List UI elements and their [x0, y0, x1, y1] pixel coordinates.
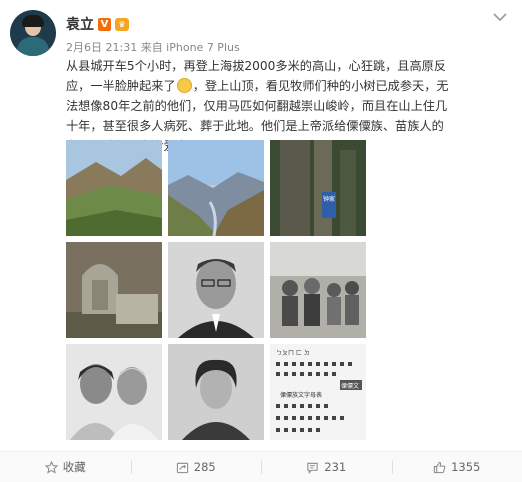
member-level-icon: ♛ [115, 18, 129, 31]
woman-portrait-photo[interactable] [168, 344, 264, 440]
mountain-valley-photo[interactable] [168, 140, 264, 236]
favorite-label: 收藏 [63, 459, 86, 475]
old-tree-sign-photo[interactable]: 钟家 [270, 140, 366, 236]
star-icon [45, 461, 58, 474]
like-count: 1355 [451, 460, 480, 474]
doc-stamp-text: 傈僳文 [341, 381, 359, 390]
repost-button[interactable]: 285 [131, 452, 262, 482]
avatar-body-shape [17, 37, 49, 56]
repost-count: 285 [194, 460, 216, 474]
avatar[interactable] [10, 10, 56, 56]
author-name[interactable]: 袁立 [66, 14, 94, 34]
action-bar: 收藏 285 231 1355 [0, 451, 522, 482]
comment-count: 231 [324, 460, 346, 474]
tree-sign-text: 钟家 [323, 196, 335, 203]
thumbs-up-icon [433, 461, 446, 474]
favorite-button[interactable]: 收藏 [0, 452, 131, 482]
comment-icon [306, 461, 319, 474]
repost-icon [176, 461, 189, 474]
post-meta: 2月6日 21:31 来自 iPhone 7 Plus [66, 39, 240, 55]
alphabet-document-photo[interactable]: ㄅㄆㄇ ㄈ ㄉ 傈僳文 傈僳族文字母表 [270, 344, 366, 440]
weibo-post-card: 袁立 V ♛ 2月6日 21:31 来自 iPhone 7 Plus 从县城开车… [0, 0, 522, 481]
man-portrait-photo[interactable] [168, 242, 264, 338]
stone-tomb-photo[interactable] [66, 242, 162, 338]
group-outdoor-photo[interactable] [270, 242, 366, 338]
author-row: 袁立 V ♛ [66, 14, 129, 34]
couple-photo[interactable] [66, 344, 162, 440]
doc-caption-text: 傈僳族文字母表 [280, 390, 322, 399]
chevron-down-icon[interactable] [490, 10, 510, 24]
comment-button[interactable]: 231 [261, 452, 392, 482]
avatar-hair-shape [22, 15, 44, 27]
doc-title-text: ㄅㄆㄇ ㄈ ㄉ [276, 348, 310, 357]
verified-badge-icon: V [98, 18, 111, 31]
like-button[interactable]: 1355 [392, 452, 522, 482]
mountain-landscape-photo[interactable] [66, 140, 162, 236]
image-grid: 钟家 [66, 140, 366, 441]
face-emoji-icon [177, 78, 192, 93]
